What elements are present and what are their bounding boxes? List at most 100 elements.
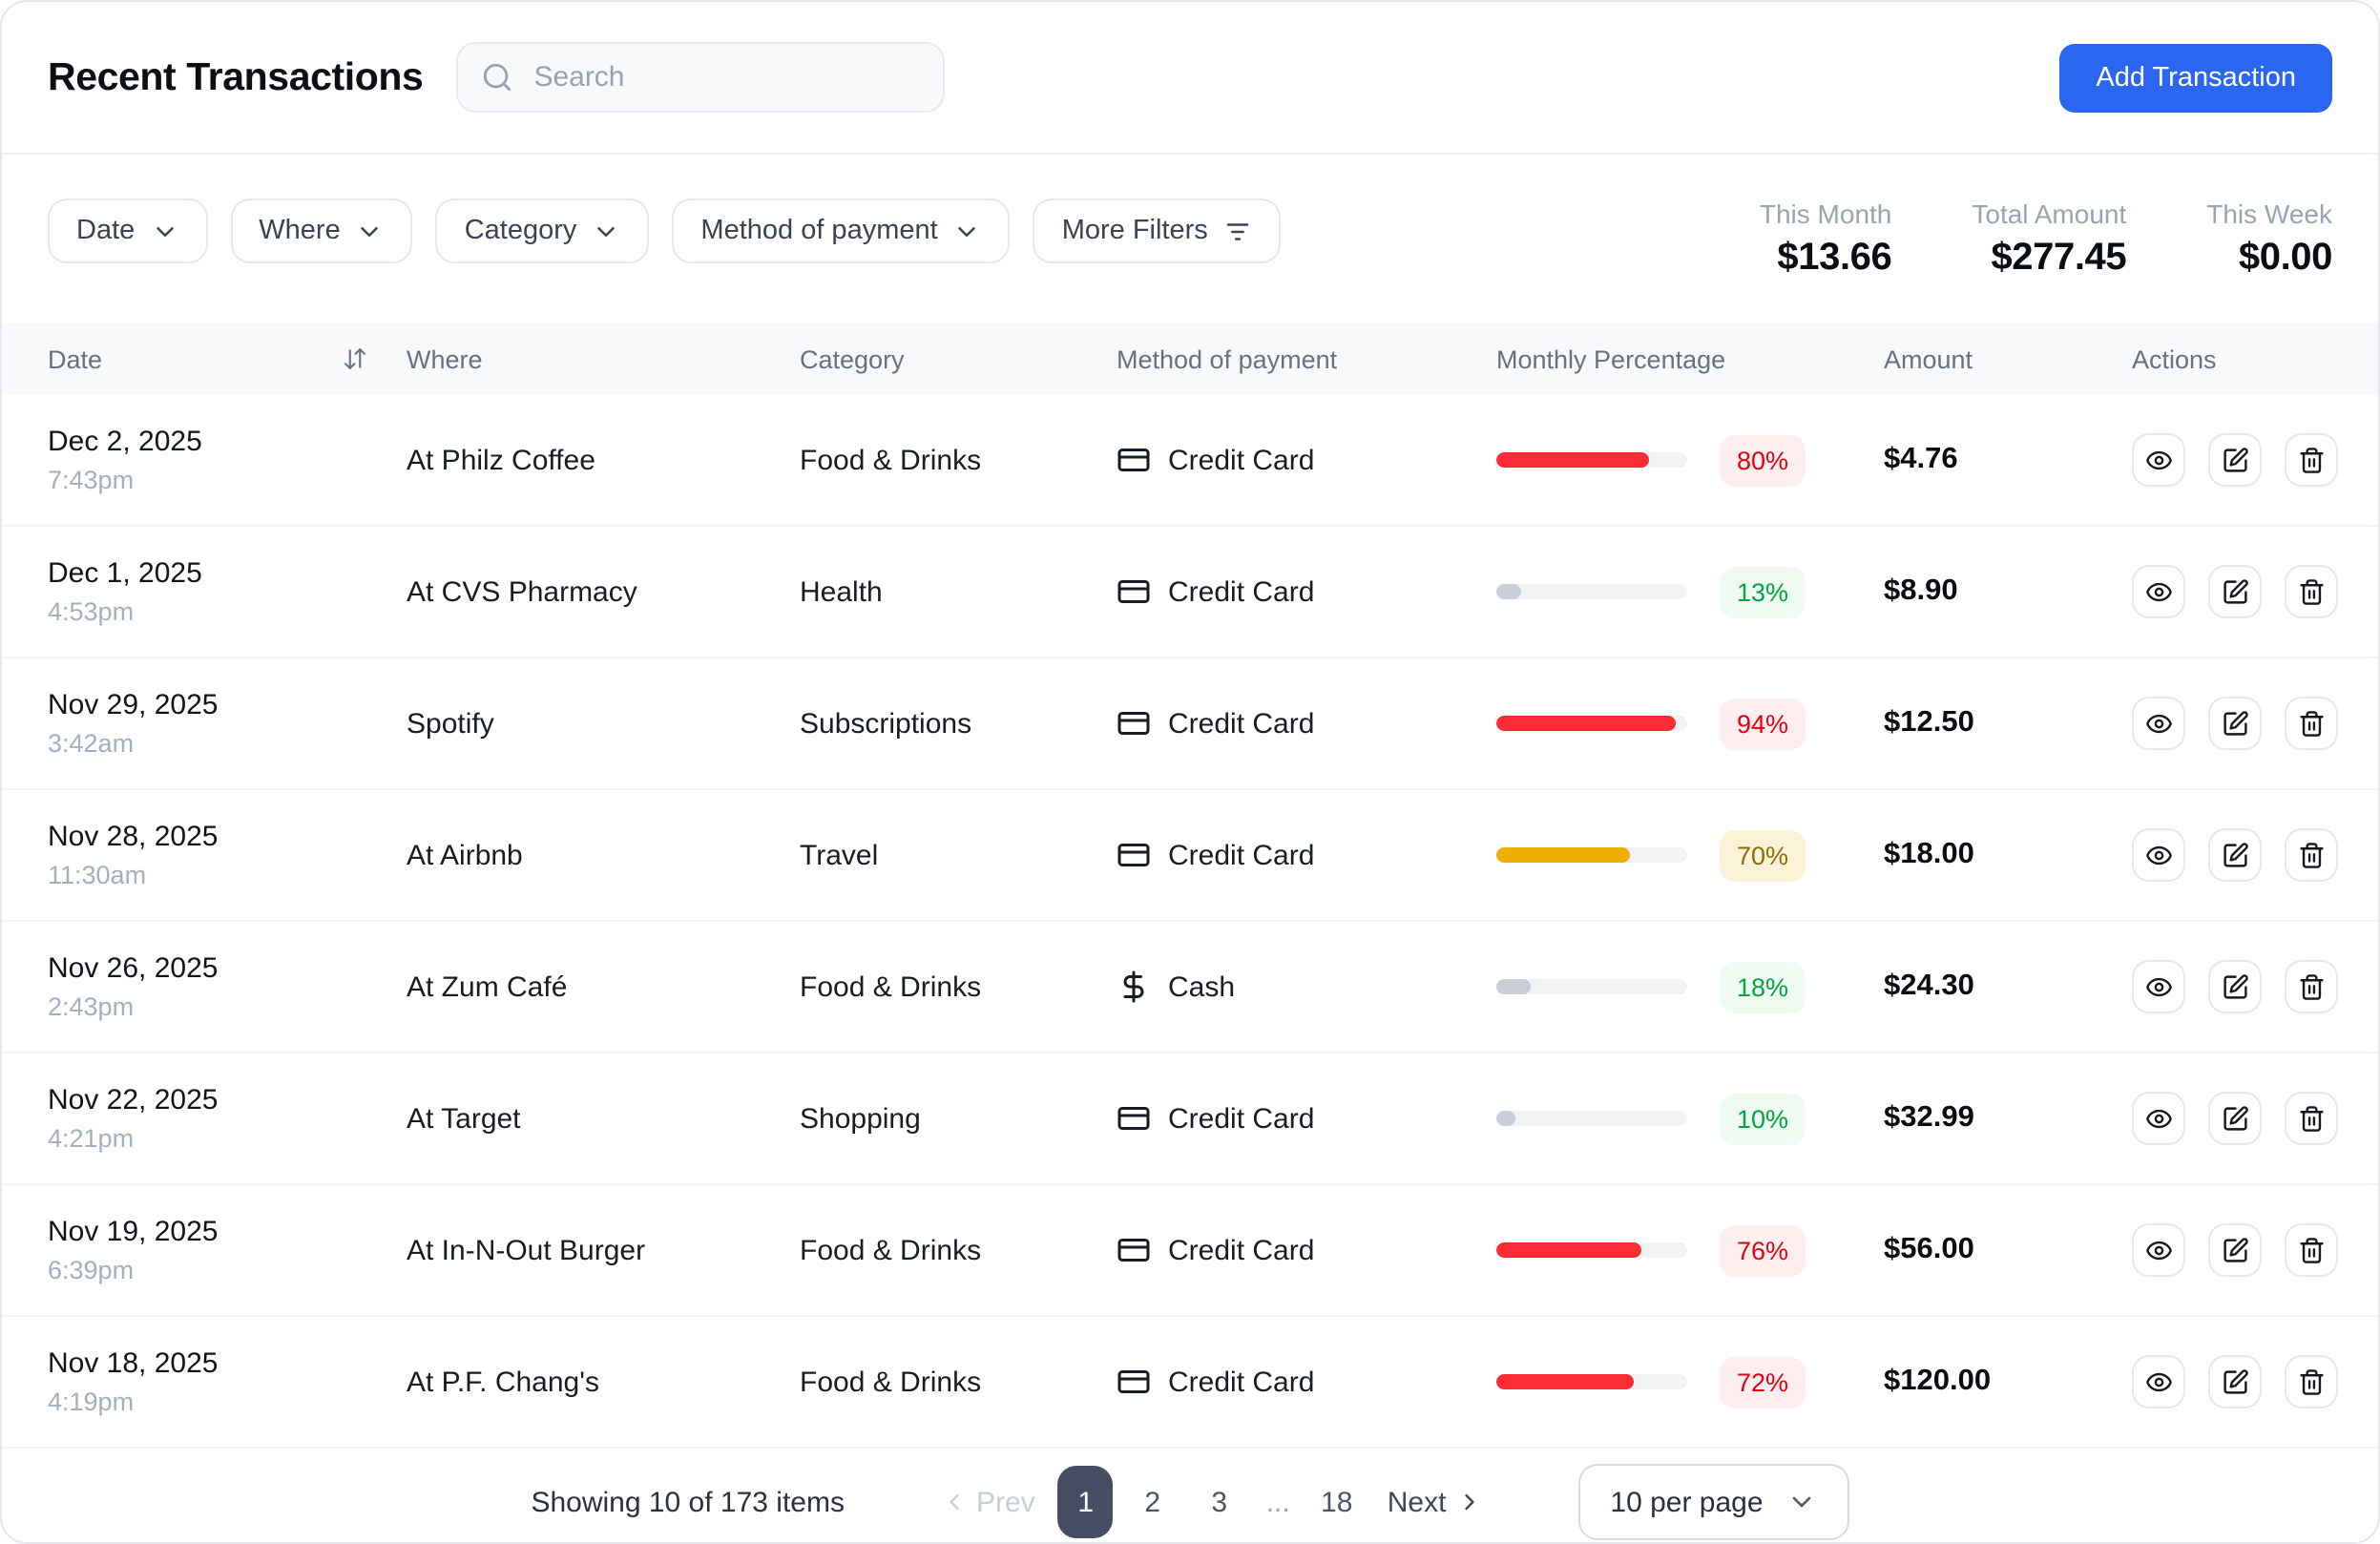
page-button-2[interactable]: 2: [1125, 1466, 1180, 1538]
column-header-amount: Amount: [1884, 344, 1973, 373]
transaction-time: 4:19pm: [48, 1388, 135, 1416]
column-header-where: Where: [407, 344, 483, 373]
per-page-select[interactable]: 10 per page: [1577, 1464, 1849, 1540]
progress-bar: [1496, 452, 1687, 468]
search-icon: [483, 63, 511, 92]
square-pen-icon: [2222, 578, 2249, 606]
trash-icon: [2298, 1237, 2326, 1264]
next-page-button[interactable]: Next: [1376, 1466, 1494, 1538]
percentage-badge: 10%: [1720, 1093, 1806, 1144]
view-button[interactable]: [2132, 1092, 2185, 1145]
trash-icon: [2298, 973, 2326, 1001]
table-footer: Showing 10 of 173 items Prev 1 2 3... 18 Ne…: [2, 1449, 2378, 1542]
eye-icon: [2145, 447, 2173, 474]
transaction-time: 3:42am: [48, 729, 135, 758]
column-header-actions: Actions: [2132, 344, 2217, 373]
edit-button[interactable]: [2208, 828, 2262, 882]
table-row: Nov 29, 2025 3:42am Spotify Subscriptions Cr…: [2, 658, 2378, 790]
add-transaction-button[interactable]: Add Transaction: [2059, 43, 2332, 112]
chevron-down-icon: [361, 226, 379, 236]
payment-cell: Credit Card: [1117, 443, 1496, 477]
table-row: Dec 1, 2025 4:53pm At CVS Pharmacy Health Cr…: [2, 527, 2378, 658]
filter-payment-method-button[interactable]: Method of payment: [672, 198, 1011, 263]
table-header-row: Date Where Category Method of payment Mo…: [2, 323, 2378, 395]
monthly-percentage-cell: 13%: [1496, 566, 1884, 617]
view-button[interactable]: [2132, 1355, 2185, 1408]
progress-fill: [1496, 979, 1531, 994]
edit-button[interactable]: [2208, 1092, 2262, 1145]
more-filters-button[interactable]: More Filters: [1033, 198, 1281, 263]
delete-button[interactable]: [2285, 828, 2338, 882]
progress-fill: [1496, 584, 1521, 599]
table-body: Dec 2, 2025 7:43pm At Philz Coffee Food & D…: [2, 395, 2378, 1449]
page-button-3[interactable]: 3: [1192, 1466, 1247, 1538]
date-cell: Nov 18, 2025 4:19pm: [48, 1347, 407, 1416]
chevron-down-icon: [1792, 1496, 1810, 1508]
edit-button[interactable]: [2208, 960, 2262, 1013]
edit-button[interactable]: [2208, 1355, 2262, 1408]
view-button[interactable]: [2132, 960, 2185, 1013]
category-cell: Subscriptions: [800, 707, 972, 740]
square-pen-icon: [2222, 710, 2249, 738]
page-title: Recent Transactions: [48, 54, 424, 98]
eye-icon: [2145, 710, 2173, 738]
filter-lines-icon: [1226, 222, 1249, 240]
date-cell: Nov 29, 2025 3:42am: [48, 689, 407, 758]
view-button[interactable]: [2132, 828, 2185, 882]
filter-date-button[interactable]: Date: [48, 198, 208, 263]
filter-where-button[interactable]: Where: [230, 198, 413, 263]
page-button-1[interactable]: 1: [1057, 1466, 1114, 1538]
transaction-date: Dec 2, 2025: [48, 426, 202, 458]
stat-value: $13.66: [1777, 237, 1892, 279]
showing-count: Showing 10 of 173 items: [531, 1486, 845, 1518]
filter-label: More Filters: [1061, 216, 1208, 246]
page-button-18[interactable]: 18: [1309, 1466, 1365, 1538]
edit-button[interactable]: [2208, 565, 2262, 618]
payment-method-label: Credit Card: [1168, 1366, 1315, 1398]
delete-button[interactable]: [2285, 1223, 2338, 1277]
amount-cell: $4.76: [1884, 443, 1958, 475]
monthly-percentage-cell: 10%: [1496, 1093, 1884, 1144]
search-box[interactable]: [455, 42, 945, 113]
delete-button[interactable]: [2285, 565, 2338, 618]
progress-fill: [1496, 1242, 1641, 1258]
edit-button[interactable]: [2208, 433, 2262, 487]
table-row: Nov 26, 2025 2:43pm At Zum Café Food & Drin…: [2, 922, 2378, 1054]
square-pen-icon: [2222, 842, 2249, 869]
arrow-up-down-icon: [344, 348, 365, 369]
view-button[interactable]: [2132, 697, 2185, 750]
pagination: Prev 1 2 3... 18 Next: [929, 1466, 1493, 1538]
progress-fill: [1496, 716, 1676, 731]
delete-button[interactable]: [2285, 433, 2338, 487]
amount-cell: $12.50: [1884, 706, 1974, 739]
eye-icon: [2145, 1105, 2173, 1133]
square-pen-icon: [2222, 973, 2249, 1001]
square-pen-icon: [2222, 1368, 2249, 1396]
actions-cell: [2132, 565, 2338, 618]
delete-button[interactable]: [2285, 1355, 2338, 1408]
trash-icon: [2298, 447, 2326, 474]
sort-button[interactable]: [342, 345, 368, 372]
delete-button[interactable]: [2285, 1092, 2338, 1145]
view-button[interactable]: [2132, 1223, 2185, 1277]
category-cell: Food & Drinks: [800, 970, 982, 1003]
category-cell: Health: [800, 575, 883, 608]
view-button[interactable]: [2132, 433, 2185, 487]
payment-method-label: Cash: [1168, 970, 1236, 1003]
view-button[interactable]: [2132, 565, 2185, 618]
payment-cell: Credit Card: [1117, 1101, 1496, 1136]
edit-button[interactable]: [2208, 1223, 2262, 1277]
delete-button[interactable]: [2285, 697, 2338, 750]
transaction-date: Dec 1, 2025: [48, 557, 202, 590]
trash-icon: [2298, 710, 2326, 738]
filter-category-button[interactable]: Category: [435, 198, 650, 263]
square-pen-icon: [2222, 1237, 2249, 1264]
dollar-sign-icon: [1117, 970, 1151, 1004]
edit-button[interactable]: [2208, 697, 2262, 750]
table-row: Nov 28, 2025 11:30am At Airbnb Travel Credit…: [2, 790, 2378, 922]
delete-button[interactable]: [2285, 960, 2338, 1013]
search-input[interactable]: [530, 59, 920, 95]
prev-page-button[interactable]: Prev: [929, 1466, 1047, 1538]
amount-cell: $24.30: [1884, 970, 1974, 1002]
where-cell: At CVS Pharmacy: [407, 575, 637, 608]
